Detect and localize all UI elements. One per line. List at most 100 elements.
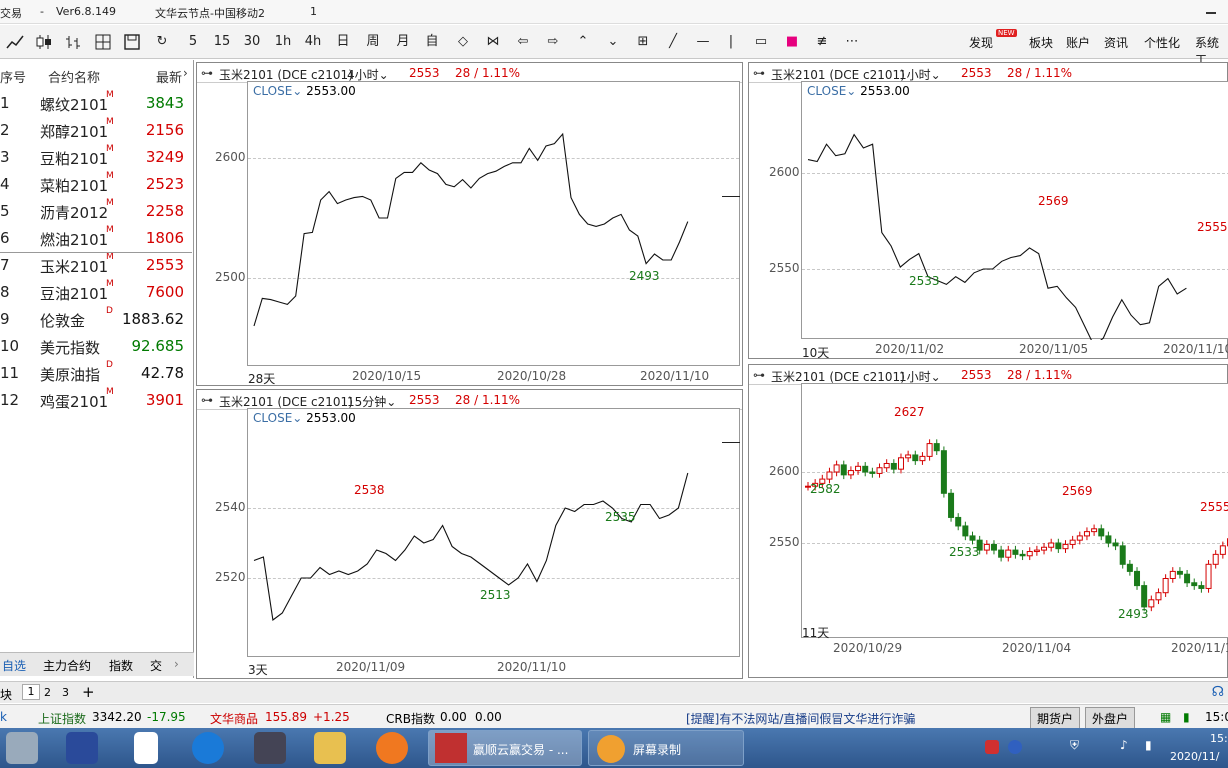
candle (912, 454, 919, 462)
candle (1219, 545, 1226, 555)
list-item[interactable]: 4 菜粕2101 M 2523 (0, 170, 192, 197)
period-month[interactable]: 月 (394, 33, 412, 51)
chart-header: ⊶ 玉米2101 (DCE c2101) 1小时⌄ 2553 28 / 1.11… (749, 63, 1227, 83)
color-icon[interactable]: ■ (783, 33, 801, 51)
folder-icon[interactable] (314, 732, 346, 764)
line-chart-icon[interactable] (6, 33, 24, 51)
zoom-out-icon[interactable]: ⋈ (484, 33, 502, 51)
futures-account-button[interactable]: 期货户 (1030, 707, 1081, 730)
period-5[interactable]: 5 (184, 33, 202, 51)
list-item[interactable]: 5 沥青2012 M 2258 (0, 197, 192, 224)
down-chevron-icon[interactable]: ⌄ (604, 33, 622, 51)
period-1h[interactable]: 1h (274, 33, 292, 51)
left-arrow-icon[interactable]: ⇦ (514, 33, 532, 51)
plot-area[interactable]: 11天 2627 2582 2569 2533 2493 2555 (801, 383, 1228, 640)
period-day[interactable]: 日 (334, 33, 352, 51)
y-tick-label: 2540 (215, 500, 246, 514)
mesh-icon[interactable] (94, 33, 112, 51)
list-item[interactable]: 1 螺纹2101 M 3843 (0, 89, 192, 116)
indicator-icon[interactable]: ≢ (813, 33, 831, 51)
link-icon[interactable]: ⊶ (753, 66, 765, 80)
link-icon[interactable]: ⊶ (201, 393, 213, 407)
menu-discover[interactable]: 发现 (969, 34, 993, 51)
period-week[interactable]: 周 (364, 33, 382, 51)
network-icon[interactable]: ▮ (1145, 738, 1152, 752)
page-tab-label: 块 (0, 688, 13, 702)
link-icon[interactable]: ⊶ (753, 368, 765, 382)
contract-name: 豆油2101 (40, 285, 109, 303)
period-30[interactable]: 30 (243, 33, 261, 51)
list-item[interactable]: 9 伦敦金 D 1883.62 (0, 305, 192, 332)
save-icon[interactable] (123, 33, 141, 51)
add-page-button[interactable]: + (82, 683, 95, 701)
page-tab-2[interactable]: 2 (44, 686, 51, 699)
bar-chart-icon[interactable] (64, 33, 82, 51)
layout-icon[interactable]: ⊞ (634, 33, 652, 51)
list-item[interactable]: 8 豆油2101 M 7600 (0, 278, 192, 305)
plot-area[interactable]: CLOSE⌄ 2553.00 28天 2493 (247, 81, 740, 386)
chart-panel[interactable]: ⊶ 玉米2101 (DCE c2101) 1小时⌄ 2553 28 / 1.11… (748, 62, 1228, 360)
vline-icon[interactable]: | (722, 33, 740, 51)
chart-panel[interactable]: ⊶ 玉米2101 (DCE c2101) 15分钟⌄ 2553 28 / 1.1… (196, 389, 743, 679)
sogou-tray-icon[interactable] (985, 740, 999, 754)
tab-indices[interactable]: 指数 (109, 657, 133, 674)
taskbar-app-trading[interactable]: 赢顺云赢交易 - ... (428, 730, 582, 766)
headset-icon[interactable]: ☊ (1212, 684, 1224, 700)
menu-sector[interactable]: 板块 (1029, 34, 1053, 51)
candle (1026, 551, 1033, 557)
shield-icon[interactable]: ⛨ (1070, 738, 1079, 753)
list-item[interactable]: 12 鸡蛋2101 M 3901 (0, 386, 192, 413)
candle (1176, 570, 1183, 575)
period-15[interactable]: 15 (213, 33, 231, 51)
list-item[interactable]: 11 美原油指 D 42.78 (0, 359, 192, 386)
minimize-icon[interactable] (1206, 6, 1216, 14)
scroll-right-icon[interactable]: › (183, 66, 188, 80)
page-tab-1[interactable]: 1 (22, 684, 40, 700)
plot-area[interactable]: CLOSE⌄ 2553.00 10天 2569 2533 2555 (801, 81, 1228, 360)
list-item[interactable]: 7 玉米2101 M 2553 (0, 251, 192, 278)
list-item[interactable]: 10 美元指数 92.685 (0, 332, 192, 359)
list-item[interactable]: 6 燃油2101 M 1806 (0, 224, 192, 251)
refresh-icon[interactable]: ↻ (153, 33, 171, 51)
chart-panel[interactable]: ⊶ 玉米2101 (DCE c2101) 4小时⌄ 2553 28 / 1.11… (196, 62, 743, 386)
firefox-icon[interactable] (376, 732, 408, 764)
up-chevron-icon[interactable]: ⌃ (574, 33, 592, 51)
k-app-icon[interactable] (192, 732, 224, 764)
menu-personalize[interactable]: 个性化 (1144, 34, 1180, 51)
menu-news[interactable]: 资讯 (1104, 34, 1128, 51)
plot-area[interactable]: CLOSE⌄ 2553.00 3天 2538 2513 2535 (247, 408, 740, 677)
paint-icon[interactable] (66, 732, 98, 764)
list-item[interactable]: 3 豆粕2101 M 3249 (0, 143, 192, 170)
tab-favorites[interactable]: 自选 (2, 657, 26, 674)
rect-icon[interactable]: ▭ (752, 33, 770, 51)
volume-icon[interactable]: ♪ (1120, 738, 1128, 752)
calculator-icon[interactable] (6, 732, 38, 764)
chart-panel[interactable]: ⊶ 玉米2101 (DCE c2101) 1小时⌄ 2553 28 / 1.11… (748, 364, 1228, 678)
page-tab-3[interactable]: 3 (62, 686, 69, 699)
tab-more[interactable]: 交 (150, 657, 162, 674)
candle-icon[interactable] (35, 33, 53, 51)
video-icon[interactable] (254, 732, 286, 764)
more-icon[interactable]: ⋯ (843, 33, 861, 51)
period-4h[interactable]: 4h (304, 33, 322, 51)
link-icon[interactable]: ⊶ (201, 66, 213, 80)
document-icon[interactable] (134, 732, 158, 764)
notice-text[interactable]: [提醒]有不法网站/直播间假冒文华进行诈骗 (686, 710, 915, 727)
taskbar-app-recorder[interactable]: 屏幕录制 (588, 730, 744, 766)
sh-index-change: -17.95 (147, 710, 186, 724)
col-price-header: 最新 (156, 71, 183, 86)
header-price: 2553 (961, 66, 992, 80)
foreign-account-button[interactable]: 外盘户 (1085, 707, 1136, 730)
tabs-scroll-icon[interactable]: › (174, 657, 179, 671)
zoom-in-icon[interactable]: ◇ (454, 33, 472, 51)
row-number: 12 (0, 391, 20, 409)
right-arrow-icon[interactable]: ⇨ (544, 33, 562, 51)
help-tray-icon[interactable] (1008, 740, 1022, 754)
draw-line-icon[interactable]: ╱ (664, 33, 682, 51)
tab-main-contracts[interactable]: 主力合约 (43, 657, 91, 674)
menu-account[interactable]: 账户 (1066, 34, 1090, 51)
y-tick-label: 2550 (769, 535, 800, 549)
period-custom[interactable]: 自 (423, 33, 441, 51)
list-item[interactable]: 2 郑醇2101 M 2156 (0, 116, 192, 143)
hline-icon[interactable]: — (694, 33, 712, 51)
